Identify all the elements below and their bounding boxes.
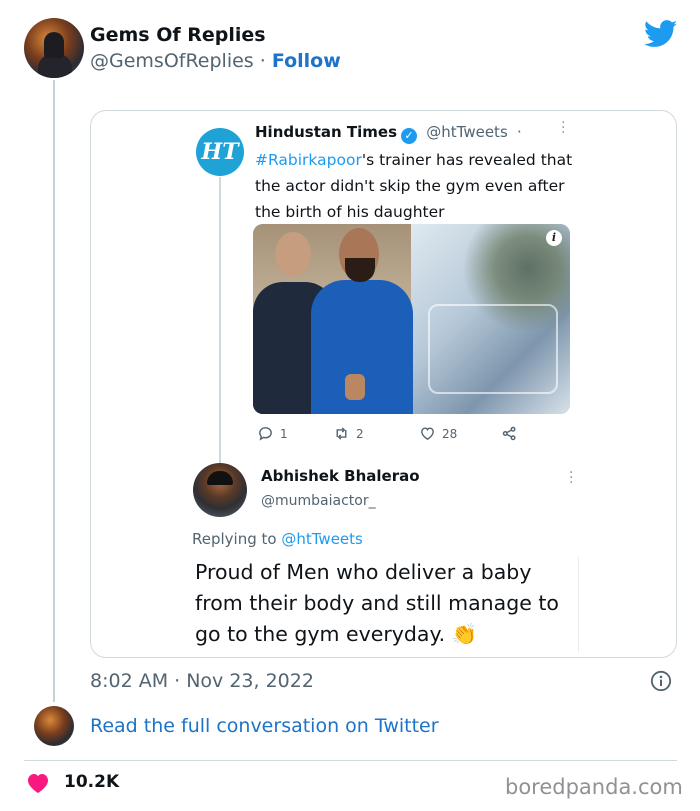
hashtag-link: #Rabirkapoor (255, 151, 362, 169)
follow-button[interactable]: Follow (272, 50, 341, 72)
share-action (501, 425, 518, 442)
quoted-author-handle: @htTweets (426, 123, 508, 141)
separator-dot: · (517, 123, 522, 141)
share-icon (502, 426, 516, 441)
reply-tweet-text: Proud of Men who deliver a baby from the… (195, 560, 559, 646)
replying-to-handle: @htTweets (281, 530, 363, 548)
author-handle-row: @GemsOfReplies · Follow (90, 50, 341, 72)
divider (24, 760, 677, 761)
like-count-total[interactable]: 10.2K (64, 772, 119, 792)
twitter-bird-icon[interactable] (644, 20, 678, 48)
retweet-icon (336, 427, 347, 440)
author-avatar-small[interactable] (34, 706, 74, 746)
quoted-author-row: Hindustan Times ✓ @htTweets · (255, 123, 522, 144)
tweet-photo: i (253, 224, 570, 414)
reply-icon (259, 427, 272, 441)
tweet-timestamp[interactable]: 8:02 AM · Nov 23, 2022 (90, 670, 314, 692)
reply-author-name: Abhishek Bhalerao (261, 467, 420, 485)
retweet-action: 2 (333, 425, 364, 442)
more-options-icon: · · · (569, 465, 574, 491)
like-count: 28 (442, 426, 458, 441)
retweet-count: 2 (356, 426, 364, 441)
thread-line (53, 80, 55, 702)
embedded-screenshot-card: HT Hindustan Times ✓ @htTweets · · · · #Rab… (90, 110, 677, 658)
replying-to-line: Replying to @htTweets (192, 530, 363, 548)
watermark: boredpanda.com (505, 775, 683, 799)
like-icon (421, 427, 434, 440)
hindustan-times-logo: HT (196, 128, 244, 176)
card-divider (578, 557, 579, 652)
quoted-author-name: Hindustan Times (255, 123, 398, 141)
inner-thread-line (219, 177, 221, 480)
author-avatar[interactable] (24, 18, 84, 78)
heart-icon[interactable] (26, 772, 50, 794)
read-full-conversation-link[interactable]: Read the full conversation on Twitter (90, 715, 439, 737)
author-display-name[interactable]: Gems Of Replies (90, 24, 266, 46)
reply-author-avatar (193, 463, 247, 517)
more-options-icon: · · · (561, 115, 566, 141)
author-handle[interactable]: @GemsOfReplies (90, 50, 254, 72)
separator-dot: · (259, 50, 266, 72)
verified-badge-icon: ✓ (401, 128, 418, 144)
like-action: 28 (419, 425, 457, 442)
reply-author-handle: @mumbaiactor_ (261, 493, 376, 509)
info-icon: i (546, 230, 562, 246)
reply-count: 1 (280, 426, 288, 441)
replying-prefix: Replying to (192, 530, 277, 548)
reply-action: 1 (257, 425, 288, 442)
info-icon[interactable] (650, 670, 672, 692)
quoted-tweet-text: #Rabirkapoor's trainer has revealed that… (255, 147, 585, 225)
